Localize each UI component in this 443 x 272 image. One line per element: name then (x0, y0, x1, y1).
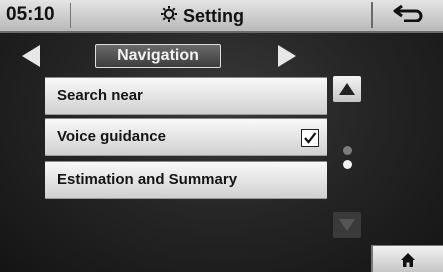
status-bar: 05:10 Setting (0, 0, 443, 33)
divider (70, 3, 71, 28)
triangle-up-icon (339, 83, 355, 95)
back-button[interactable] (371, 2, 443, 28)
menu-item-estimation-and-summary[interactable]: Estimation and Summary (45, 161, 327, 199)
menu-item-search-near[interactable]: Search near (45, 77, 327, 115)
screen: 05:10 Setting Navigation Search near Voi… (0, 0, 443, 272)
voice-guidance-checkbox[interactable] (301, 129, 319, 147)
scroll-down-button[interactable] (333, 212, 361, 238)
previous-category-button[interactable] (20, 44, 42, 68)
page-indicator-dot (343, 146, 352, 155)
triangle-right-icon (278, 45, 296, 67)
category-button[interactable]: Navigation (95, 44, 221, 68)
menu-item-label: Estimation and Summary (57, 171, 238, 188)
checkmark-icon (304, 132, 317, 144)
page-indicator-dot-active (343, 160, 352, 169)
menu-item-label: Voice guidance (57, 128, 166, 145)
next-category-button[interactable] (276, 44, 298, 68)
triangle-left-icon (22, 45, 40, 67)
clock-time: 05:10 (6, 4, 55, 25)
page-title-group: Setting (160, 3, 290, 29)
menu-item-label: Search near (57, 87, 143, 104)
scroll-up-button[interactable] (333, 76, 361, 102)
triangle-down-icon (339, 219, 355, 231)
menu-item-voice-guidance[interactable]: Voice guidance (45, 118, 327, 156)
return-arrow-icon (392, 4, 424, 27)
home-icon (401, 252, 415, 267)
gear-icon (160, 5, 178, 28)
page-title: Setting (183, 5, 244, 26)
home-button[interactable] (371, 245, 443, 272)
